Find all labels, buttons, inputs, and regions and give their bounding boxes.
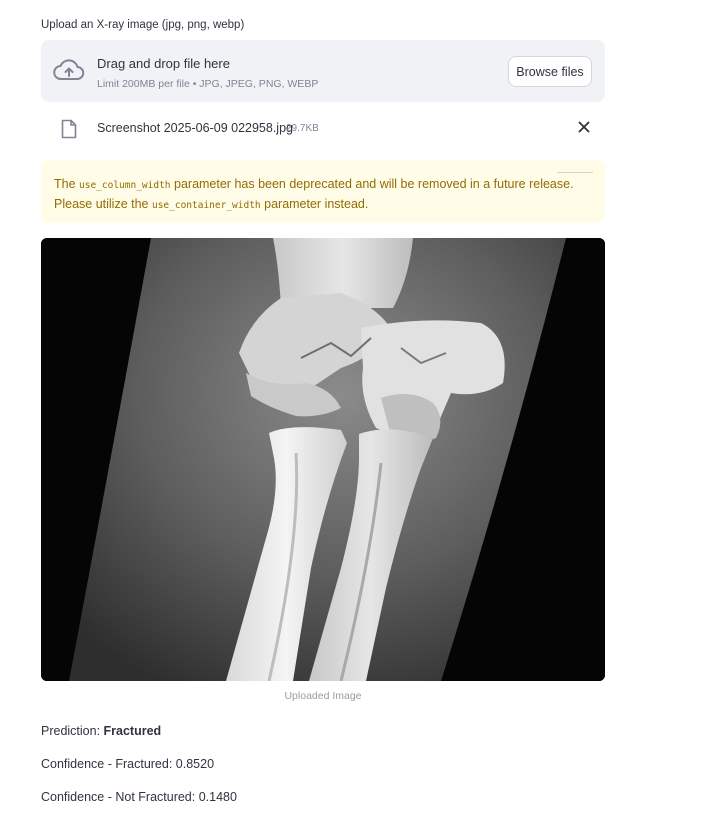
remove-file-button[interactable] [577,120,591,134]
prediction-text: Prediction: Fractured [41,724,161,738]
prediction-label: Prediction: [41,724,104,738]
confidence-not-fractured-text: Confidence - Not Fractured: 0.1480 [41,790,237,804]
deprecation-warning: The use_column_width parameter has been … [41,160,605,223]
uploaded-xray-image [41,238,605,681]
warning-text: The [54,177,80,191]
dropzone-title: Drag and drop file here [97,56,230,71]
warning-code-old: use_column_width [79,180,171,191]
browse-files-button[interactable]: Browse files [508,56,592,87]
prediction-value: Fractured [103,724,162,738]
xray-illustration [41,238,605,681]
uploaded-file-name: Screenshot 2025-06-09 022958.jpg [97,121,293,135]
file-dropzone[interactable]: Drag and drop file here Limit 200MB per … [41,40,605,102]
uploaded-file-size: 29.7KB [286,123,319,134]
cloud-upload-icon [53,59,85,81]
uploaded-file-row: Screenshot 2025-06-09 022958.jpg 29.7KB [41,112,605,146]
image-caption: Uploaded Image [284,690,362,702]
warning-text: parameter instead. [260,197,369,211]
confidence-fractured-text: Confidence - Fractured: 0.8520 [41,757,215,771]
file-icon [61,119,77,139]
dropzone-limit-text: Limit 200MB per file • JPG, JPEG, PNG, W… [97,78,319,90]
close-icon [578,121,590,133]
warning-code-new: use_container_width [151,200,261,211]
uploader-label: Upload an X-ray image (jpg, png, webp) [41,19,245,31]
warning-divider [557,172,593,173]
